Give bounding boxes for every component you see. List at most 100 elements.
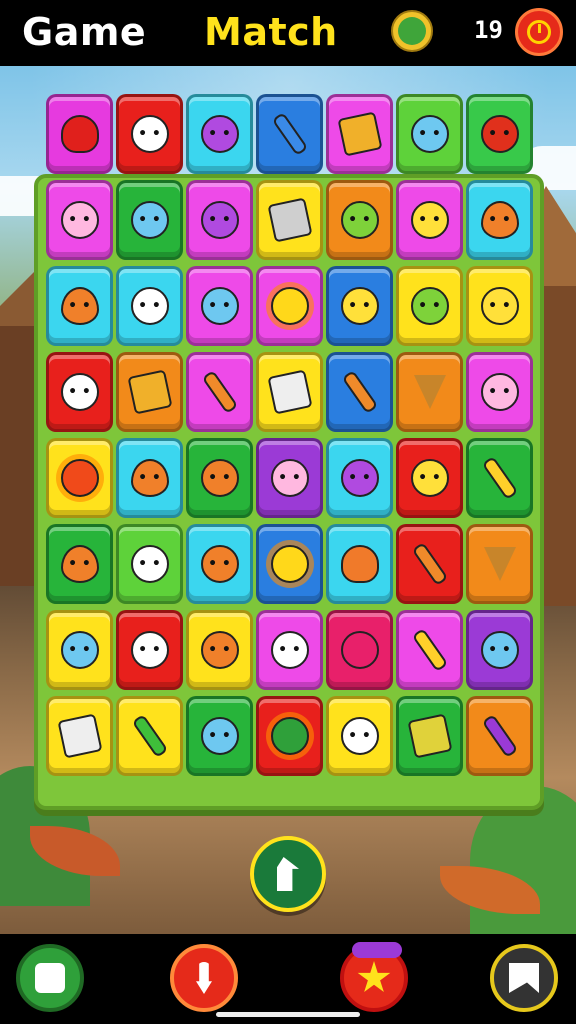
- orange-heart-face-icon: [340, 545, 379, 583]
- match-tile[interactable]: [396, 524, 463, 604]
- face-eyes: • •: [488, 126, 511, 142]
- match-tile[interactable]: • •: [186, 696, 253, 776]
- yellow-pencil-icon: [481, 455, 518, 501]
- red-ring-icon: [340, 631, 379, 669]
- match-tile[interactable]: • •: [46, 524, 113, 604]
- orange-flame-face-icon: • •: [60, 545, 99, 583]
- match-tile[interactable]: • •: [46, 266, 113, 346]
- blue-pencil-icon: [271, 111, 308, 157]
- match-tile[interactable]: • •: [116, 94, 183, 174]
- match-tile[interactable]: • •: [326, 180, 393, 260]
- match-tile[interactable]: • •: [186, 94, 253, 174]
- spinning-top-icon: [336, 111, 383, 157]
- match-tile[interactable]: • •: [46, 352, 113, 432]
- yellow-cat-face-icon: • •: [480, 287, 519, 325]
- red-fox-face-icon: • •: [480, 115, 519, 153]
- match-tile[interactable]: • •: [326, 266, 393, 346]
- match-tile[interactable]: [46, 696, 113, 776]
- match-tile[interactable]: [256, 524, 323, 604]
- play-button[interactable]: [250, 836, 326, 912]
- match-tile[interactable]: [326, 94, 393, 174]
- yellow-pup-face-icon: • •: [410, 201, 449, 239]
- match-tile[interactable]: • •: [116, 438, 183, 518]
- match-tile[interactable]: • •: [116, 524, 183, 604]
- match-tile[interactable]: [396, 696, 463, 776]
- face-eyes: • •: [68, 384, 91, 400]
- match-tile[interactable]: [186, 352, 253, 432]
- face-eyes: • •: [138, 642, 161, 658]
- face-eyes: • •: [68, 556, 91, 572]
- home-indicator[interactable]: [216, 1012, 360, 1017]
- match-tile[interactable]: • •: [46, 610, 113, 690]
- red-heart-drop-icon: [60, 115, 99, 153]
- face-eyes: • •: [138, 212, 161, 228]
- bow-decoration: [352, 942, 402, 958]
- match-tile[interactable]: • •: [116, 266, 183, 346]
- blue-hat-face-icon: • •: [200, 287, 239, 325]
- purple-orb-face-icon: • •: [340, 459, 379, 497]
- match-tile[interactable]: [116, 352, 183, 432]
- match-tile[interactable]: [256, 696, 323, 776]
- match-tile[interactable]: • •: [466, 94, 533, 174]
- match-tile[interactable]: • •: [396, 438, 463, 518]
- match-tile[interactable]: • •: [186, 524, 253, 604]
- match-tile[interactable]: [46, 94, 113, 174]
- pink-blob-face-icon: • •: [270, 459, 309, 497]
- match-tile[interactable]: • •: [396, 266, 463, 346]
- ice-cream-cone-icon: [483, 547, 516, 581]
- match-tile[interactable]: • •: [466, 180, 533, 260]
- match-tile[interactable]: [396, 352, 463, 432]
- timer-icon[interactable]: [515, 8, 563, 56]
- match-tile[interactable]: • •: [466, 266, 533, 346]
- shop-button[interactable]: [16, 944, 84, 1012]
- purple-blob-face-icon: • •: [200, 115, 239, 153]
- match-tile[interactable]: • •: [256, 610, 323, 690]
- match-tile[interactable]: • •: [186, 438, 253, 518]
- match-tile[interactable]: • •: [466, 352, 533, 432]
- match-tile[interactable]: [256, 266, 323, 346]
- match-tile[interactable]: • •: [46, 180, 113, 260]
- white-ghost-face-icon: • •: [270, 631, 309, 669]
- yellow-blob-face-icon: • •: [340, 287, 379, 325]
- move-counter: 19: [474, 16, 503, 44]
- match-tile[interactable]: • •: [396, 94, 463, 174]
- match-tile[interactable]: [256, 94, 323, 174]
- match-tile[interactable]: • •: [326, 696, 393, 776]
- match-tile[interactable]: [116, 696, 183, 776]
- match-tile[interactable]: • •: [466, 610, 533, 690]
- face-eyes: • •: [68, 212, 91, 228]
- match-tile[interactable]: [466, 438, 533, 518]
- match-tile[interactable]: • •: [116, 180, 183, 260]
- match-tile[interactable]: [466, 524, 533, 604]
- match-tile[interactable]: • •: [256, 438, 323, 518]
- match-tile[interactable]: [256, 352, 323, 432]
- green-lime-face-icon: • •: [340, 201, 379, 239]
- purple-blob-face-icon: • •: [200, 201, 239, 239]
- star-bonus-button[interactable]: [340, 942, 408, 1012]
- match-tile[interactable]: [256, 180, 323, 260]
- flag-button[interactable]: [490, 944, 558, 1012]
- match-tile[interactable]: [396, 610, 463, 690]
- match-tile[interactable]: • •: [116, 610, 183, 690]
- match-tile[interactable]: [326, 524, 393, 604]
- match-tile[interactable]: [326, 352, 393, 432]
- bottom-bar: [0, 934, 576, 1024]
- face-eyes: • •: [348, 212, 371, 228]
- face-eyes: • •: [138, 126, 161, 142]
- coin-icon[interactable]: [391, 10, 433, 52]
- white-round-face-icon: • •: [130, 631, 169, 669]
- match-tile[interactable]: • •: [186, 180, 253, 260]
- blue-bird-face-icon: • •: [200, 717, 239, 755]
- face-eyes: • •: [488, 642, 511, 658]
- orange-pencil-icon: [411, 541, 448, 587]
- download-button[interactable]: [170, 944, 238, 1012]
- match-tile[interactable]: • •: [326, 438, 393, 518]
- match-tile[interactable]: • •: [186, 610, 253, 690]
- match-tile[interactable]: • •: [396, 180, 463, 260]
- match-tile[interactable]: [46, 438, 113, 518]
- match-tile[interactable]: [326, 610, 393, 690]
- match-tile[interactable]: • •: [186, 266, 253, 346]
- face-eyes: • •: [208, 126, 231, 142]
- face-eyes: • •: [208, 470, 231, 486]
- match-tile[interactable]: [466, 696, 533, 776]
